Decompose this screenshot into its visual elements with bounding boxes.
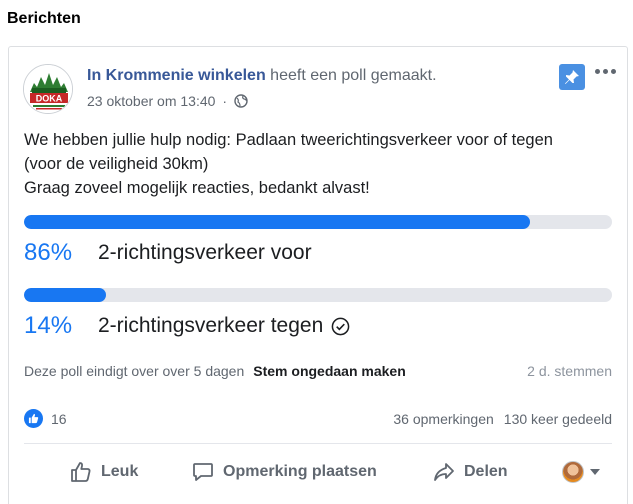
like-count[interactable]: 16	[51, 411, 67, 427]
poll-percent: 86%	[24, 239, 73, 266]
poll-ends-text: Deze poll eindigt over over 5 dagen	[24, 363, 245, 379]
post-header: In Krommenie winkelen heeft een poll gem…	[87, 67, 437, 85]
like-label: Leuk	[101, 463, 139, 480]
comment-label: Opmerking plaatsen	[223, 463, 377, 480]
comment-button[interactable]: Opmerking plaatsen	[191, 460, 377, 484]
share-icon	[434, 463, 454, 481]
poll-bar-fill	[24, 288, 107, 302]
meta-separator: ·	[222, 93, 228, 109]
page-avatar[interactable]: DOKA	[23, 64, 73, 114]
user-avatar	[562, 461, 584, 483]
poll-bar-track	[24, 215, 612, 229]
doka-logo: DOKA	[24, 65, 72, 113]
comment-icon	[193, 463, 213, 481]
shares-count[interactable]: 130 keer gedeeld	[504, 411, 612, 427]
post-card: DOKA In Krommenie winkelen heeft een pol…	[8, 46, 628, 504]
poll-option-label: 2-richtingsverkeer tegen	[98, 314, 324, 337]
section-title: Berichten	[7, 10, 81, 27]
post-meta: 23 oktober om 13:40 ·	[87, 93, 248, 109]
post-text: We hebben jullie hulp nodig: Padlaan twe…	[24, 128, 619, 200]
like-button[interactable]: Leuk	[69, 460, 138, 484]
post-as-selector[interactable]	[562, 461, 600, 483]
post-text-line: Graag zoveel mogelijk reacties, bedankt …	[24, 179, 370, 197]
poll-footer: Deze poll eindigt over over 5 dagen Stem…	[24, 363, 612, 379]
globe-icon[interactable]	[234, 94, 248, 108]
poll-bar-track	[24, 288, 612, 302]
post-action-text: heeft een poll gemaakt.	[270, 67, 437, 84]
action-bar: Leuk Opmerking plaatsen Delen	[24, 457, 612, 487]
caret-down-icon	[590, 469, 600, 475]
poll-bar-fill	[24, 215, 530, 229]
undo-vote-button[interactable]: Stem ongedaan maken	[253, 363, 406, 379]
share-label: Delen	[464, 463, 508, 480]
comments-count[interactable]: 36 opmerkingen	[393, 411, 493, 427]
check-circle-icon	[331, 317, 350, 335]
logo-text: DOKA	[36, 94, 63, 104]
more-icon[interactable]	[593, 61, 617, 81]
share-button[interactable]: Delen	[432, 460, 508, 484]
pin-icon	[565, 70, 579, 84]
poll-percent: 14%	[24, 312, 73, 339]
post-text-line: We hebben jullie hulp nodig: Padlaan twe…	[24, 131, 553, 149]
poll-option-voor[interactable]: 86% 2-richtingsverkeer voor	[24, 215, 612, 267]
reactions-bar: 16 36 opmerkingen 130 keer gedeeld	[24, 409, 612, 428]
actions-divider	[24, 443, 612, 444]
author-link[interactable]: In Krommenie winkelen	[87, 67, 266, 84]
thumbs-up-icon	[71, 462, 91, 482]
poll-option-tegen[interactable]: 14% 2-richtingsverkeer tegen	[24, 288, 612, 340]
post-timestamp[interactable]: 23 oktober om 13:40	[87, 93, 215, 109]
pin-button[interactable]	[559, 64, 585, 90]
like-reaction-icon[interactable]	[24, 409, 43, 428]
post-text-line: (voor de veiligheid 30km)	[24, 155, 209, 173]
poll-option-label: 2-richtingsverkeer voor	[98, 241, 312, 264]
vote-count[interactable]: 2 d. stemmen	[527, 363, 612, 379]
